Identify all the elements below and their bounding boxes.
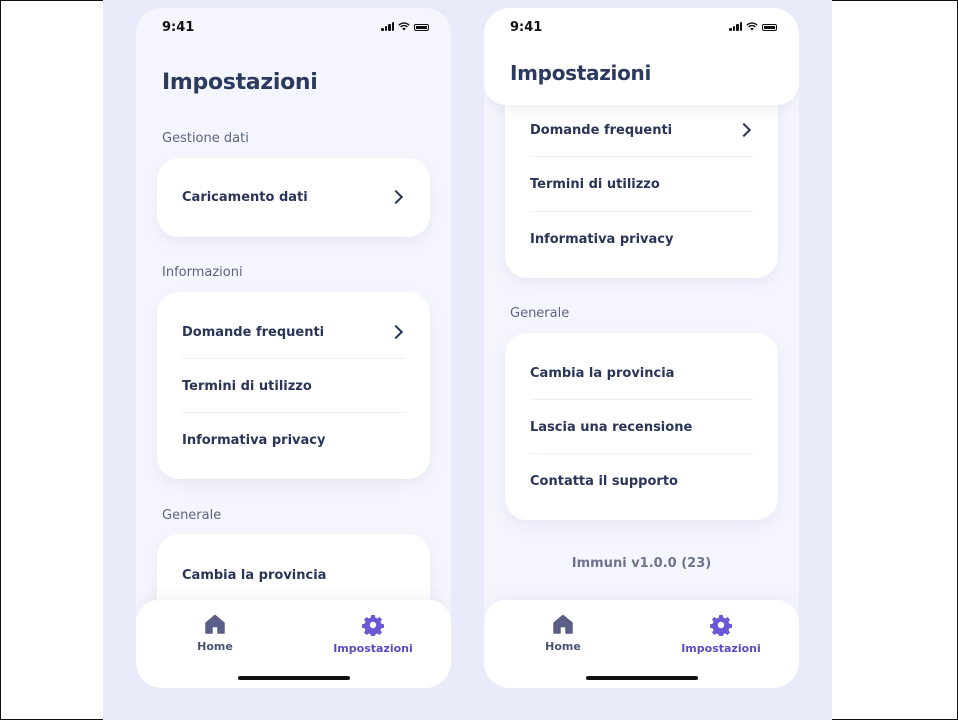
tab-impostazioni-label: Impostazioni [681, 642, 761, 655]
settings-item-domande-frequenti[interactable]: Domande frequenti [182, 305, 405, 359]
settings-item-label: Cambia la provincia [530, 365, 675, 381]
card-informazioni: Domande frequenti Termini di utilizzo In… [157, 292, 430, 479]
tab-impostazioni[interactable]: Impostazioni [313, 614, 433, 655]
settings-item-caricamento-dati[interactable]: Caricamento dati [182, 170, 405, 224]
settings-item-label: Termini di utilizzo [182, 378, 312, 394]
page-title: Impostazioni [162, 70, 318, 95]
card-generale: Cambia la provincia Lascia una recension… [505, 333, 778, 520]
settings-item-cambia-la-provincia[interactable]: Cambia la provincia [182, 548, 405, 602]
phone-screen-left: 9:41 Impostazioni Gestione dati Caricame… [136, 8, 451, 688]
settings-item-label: Domande frequenti [182, 324, 325, 340]
signal-icon [381, 22, 394, 31]
phone-screen-right: 9:41 Impostazioni Domande frequenti Term… [484, 8, 799, 688]
tab-impostazioni-label: Impostazioni [333, 642, 413, 655]
settings-item-label: Cambia la provincia [182, 567, 327, 583]
app-version: Immuni v1.0.0 (23) [571, 556, 712, 571]
settings-item-label: Contatta il supporto [530, 473, 678, 489]
settings-item-termini-di-utilizzo[interactable]: Termini di utilizzo [530, 157, 753, 211]
gear-icon [710, 615, 732, 636]
home-indicator [238, 676, 350, 680]
card-gestione-dati: Caricamento dati [157, 158, 430, 237]
settings-item-label: Termini di utilizzo [530, 176, 660, 192]
settings-item-contatta-il-supporto[interactable]: Contatta il supporto [530, 454, 753, 508]
status-time: 9:41 [510, 20, 543, 35]
home-indicator [586, 676, 698, 680]
status-icons [729, 22, 777, 31]
settings-item-informativa-privacy[interactable]: Informativa privacy [182, 413, 405, 467]
section-label-gestione-dati: Gestione dati [162, 131, 249, 146]
home-icon [205, 614, 225, 634]
settings-item-label: Caricamento dati [182, 189, 308, 205]
battery-icon [414, 24, 429, 31]
chevron-right-icon [388, 324, 404, 340]
home-icon [553, 614, 573, 634]
gear-icon [362, 615, 384, 636]
settings-item-termini-di-utilizzo[interactable]: Termini di utilizzo [182, 359, 405, 413]
chevron-right-icon [736, 122, 752, 138]
settings-item-domande-frequenti[interactable]: Domande frequenti [530, 103, 753, 157]
section-label-generale: Generale [162, 508, 222, 523]
tab-home[interactable]: Home [155, 614, 275, 653]
tab-home[interactable]: Home [503, 614, 623, 653]
settings-item-label: Domande frequenti [530, 122, 673, 138]
settings-item-label: Informativa privacy [182, 432, 326, 448]
settings-item-informativa-privacy[interactable]: Informativa privacy [530, 212, 753, 266]
section-label-informazioni: Informazioni [162, 265, 243, 280]
tab-home-label: Home [545, 640, 581, 653]
status-time: 9:41 [162, 20, 195, 35]
page-title: Impostazioni [510, 61, 652, 85]
signal-icon [729, 22, 742, 31]
section-label-generale: Generale [510, 306, 570, 321]
settings-item-cambia-la-provincia[interactable]: Cambia la provincia [530, 346, 753, 400]
chevron-right-icon [388, 189, 404, 205]
settings-item-lascia-una-recensione[interactable]: Lascia una recensione [530, 400, 753, 454]
settings-item-label: Informativa privacy [530, 231, 674, 247]
tab-bar: Home Impostazioni [136, 600, 451, 688]
wifi-icon [746, 22, 758, 31]
status-bar: 9:41 [136, 8, 451, 48]
battery-icon [762, 24, 777, 31]
settings-item-label: Lascia una recensione [530, 419, 693, 435]
tab-home-label: Home [197, 640, 233, 653]
wifi-icon [398, 22, 410, 31]
tab-bar: Home Impostazioni [484, 600, 799, 688]
status-icons [381, 22, 429, 31]
status-bar: 9:41 [484, 8, 799, 48]
tab-impostazioni[interactable]: Impostazioni [661, 614, 781, 655]
header: 9:41 Impostazioni [484, 8, 799, 105]
